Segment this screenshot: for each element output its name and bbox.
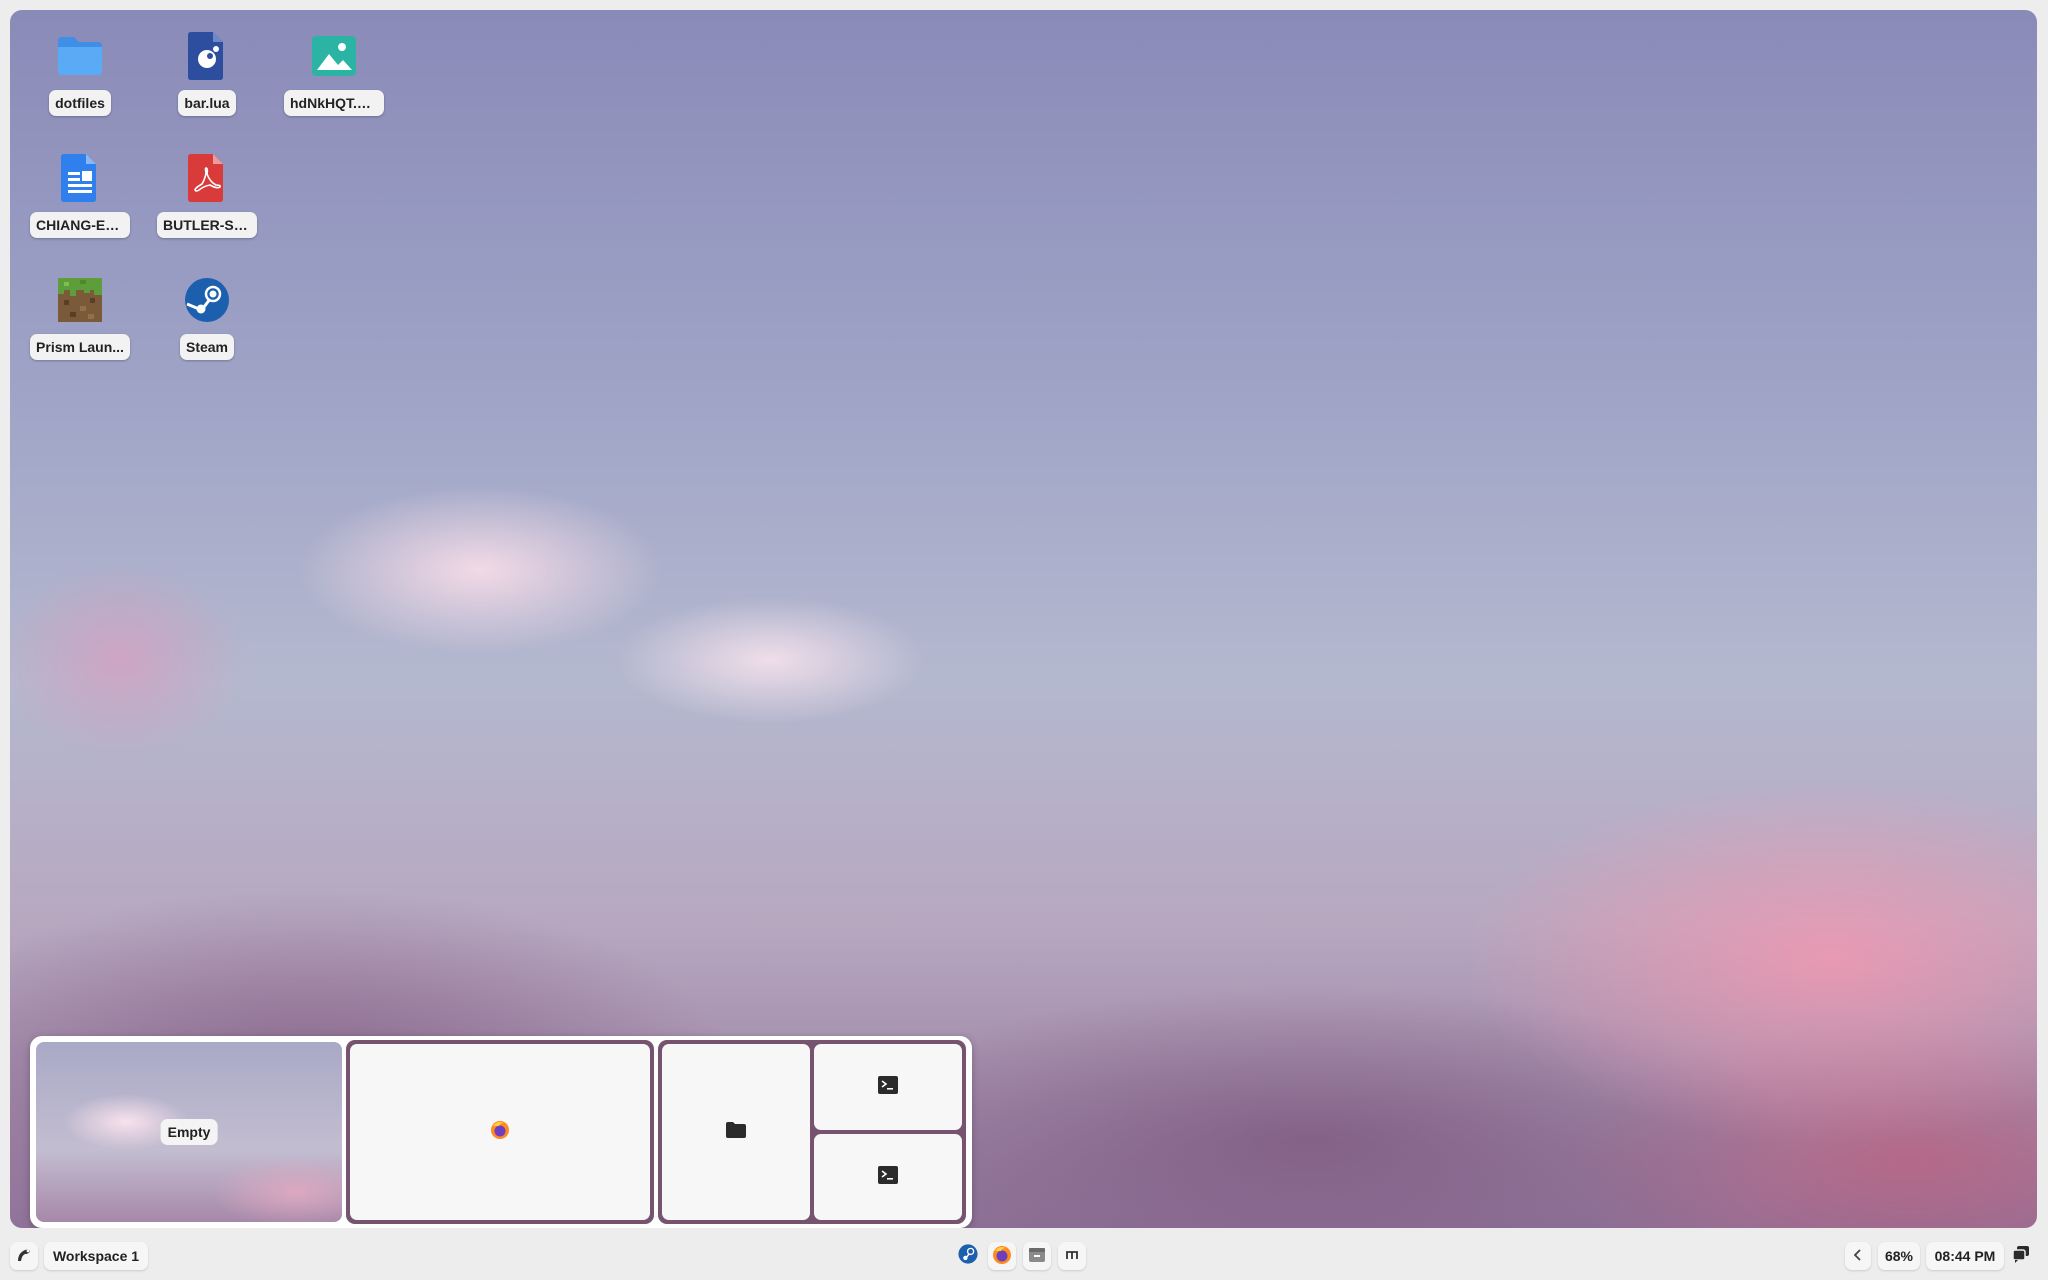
launcher-icon: [15, 1246, 33, 1267]
chevron-left-icon: [1853, 1248, 1863, 1264]
desktop-icon-chiang-ex[interactable]: CHIANG-Ex...: [24, 142, 136, 262]
window-thumbnail-terminal[interactable]: [814, 1134, 962, 1220]
taskbar: Workspace 1 68% 08:44 PM: [0, 1239, 2048, 1275]
battery-indicator[interactable]: 68%: [1878, 1242, 1920, 1270]
workspace-empty-label: Empty: [160, 1119, 218, 1145]
image-file-icon: [310, 32, 358, 80]
taskbar-app-steam[interactable]: [955, 1243, 981, 1269]
clock-time: 08:44 PM: [1934, 1248, 1996, 1264]
launcher-button[interactable]: [10, 1242, 38, 1270]
desktop-icon-prism-launcher[interactable]: Prism Laun...: [24, 264, 136, 384]
document-icon: [56, 154, 104, 202]
taskbar-app-music[interactable]: [1058, 1242, 1086, 1270]
desktop-icon-hdnkhqt-png[interactable]: hdNkHQT.png: [278, 20, 390, 140]
prism-launcher-icon: [56, 276, 104, 324]
desktop-icon-dotfiles[interactable]: dotfiles: [24, 20, 136, 140]
folder-icon: [726, 1121, 746, 1143]
folder-icon: [56, 32, 104, 80]
desktop-icon-label: BUTLER-Sp...: [157, 212, 257, 238]
battery-percentage: 68%: [1884, 1248, 1914, 1264]
desktop-icon-bar-lua[interactable]: bar.lua: [151, 20, 263, 140]
desktop: dotfiles bar.lua hdNkHQT.png CHIANG-Ex..…: [10, 10, 2037, 1228]
desktop-icon-butler-sp[interactable]: BUTLER-Sp...: [151, 142, 263, 262]
clock[interactable]: 08:44 PM: [1926, 1242, 2004, 1270]
taskbar-app-firefox[interactable]: [988, 1242, 1016, 1270]
desktop-icon-label: Prism Laun...: [30, 334, 130, 360]
desktop-icon-label: bar.lua: [178, 90, 236, 116]
lua-file-icon: [183, 32, 231, 80]
workspace-label: Workspace 1: [52, 1248, 140, 1264]
firefox-icon: [490, 1120, 510, 1145]
firefox-icon: [992, 1245, 1012, 1268]
files-icon: [1028, 1246, 1046, 1267]
window-thumbnail-firefox[interactable]: [350, 1044, 650, 1220]
notification-center-button[interactable]: [2010, 1245, 2032, 1267]
notifications-icon: [2012, 1245, 2030, 1268]
steam-icon: [958, 1243, 978, 1269]
pdf-icon: [183, 154, 231, 202]
steam-icon: [183, 276, 231, 324]
terminal-icon: [878, 1075, 898, 1099]
tray-expand-button[interactable]: [1845, 1242, 1871, 1270]
desktop-icon-label: dotfiles: [49, 90, 111, 116]
desktop-icon-label: hdNkHQT.png: [284, 90, 384, 116]
window-thumbnail-terminal[interactable]: [814, 1044, 962, 1130]
workspace-preview-firefox[interactable]: [346, 1040, 654, 1224]
workspace-preview-files-terminals[interactable]: [658, 1040, 966, 1224]
workspace-overview: Empty: [30, 1036, 972, 1228]
workspace-preview-empty[interactable]: Empty: [36, 1042, 342, 1222]
desktop-icon-label: Steam: [179, 334, 235, 360]
music-icon: [1064, 1247, 1080, 1266]
desktop-icon-label: CHIANG-Ex...: [30, 212, 130, 238]
terminal-icon: [878, 1165, 898, 1189]
workspace-indicator[interactable]: Workspace 1: [44, 1242, 148, 1270]
window-thumbnail-files[interactable]: [662, 1044, 810, 1220]
taskbar-app-files[interactable]: [1023, 1242, 1051, 1270]
desktop-icon-steam[interactable]: Steam: [151, 264, 263, 384]
